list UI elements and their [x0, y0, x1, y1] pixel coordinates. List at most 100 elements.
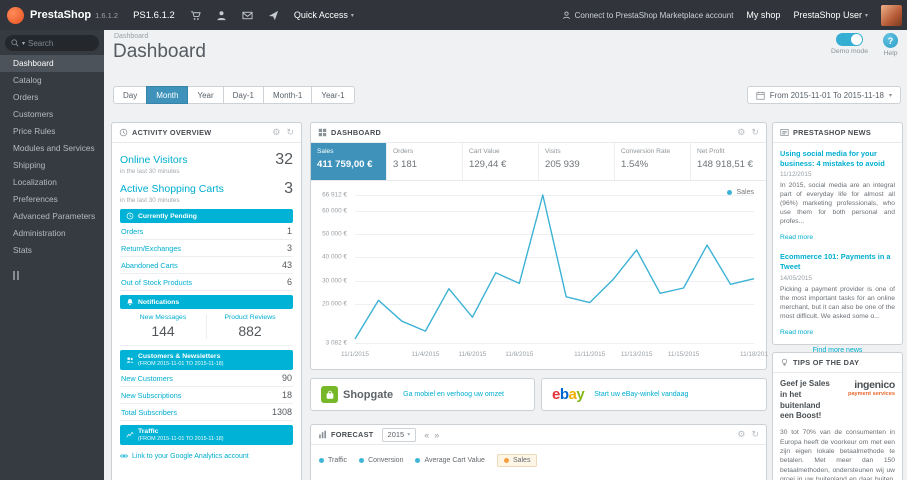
activity-row: New Customers 90 [120, 370, 293, 387]
previous-year-button[interactable]: « [424, 430, 429, 440]
configure-icon[interactable]: ⚙ [272, 128, 280, 137]
refresh-icon[interactable]: ↻ [751, 430, 759, 439]
kpi-box[interactable]: Net Profit 148 918,51 € [690, 143, 766, 180]
configure-icon[interactable]: ⚙ [737, 128, 745, 137]
chart-x-tick-label: 11/13/2015 [620, 351, 653, 358]
page-title: Dashboard [113, 41, 206, 62]
chevron-down-icon: ▾ [864, 12, 868, 19]
sidebar-item[interactable]: Orders [0, 89, 104, 106]
sidebar-search-input[interactable] [28, 38, 79, 48]
date-range-tab[interactable]: Month [146, 86, 189, 104]
demo-mode-toggle[interactable] [835, 33, 863, 46]
product-reviews-link[interactable]: Product Reviews [207, 314, 293, 321]
kpi-label: Conversion Rate [621, 148, 671, 155]
user-menu[interactable]: PrestaShop User ▾ [793, 10, 868, 20]
kpi-box[interactable]: Visits 205 939 [538, 143, 614, 180]
activity-row-link[interactable]: Out of Stock Products [121, 278, 192, 287]
kpi-box[interactable]: Orders 3 181 [386, 143, 462, 180]
ebay-letter: e [552, 386, 560, 403]
online-visitors-link[interactable]: Online Visitors [120, 154, 188, 166]
forecast-legend-item[interactable]: Sales [496, 454, 538, 467]
activity-row-link[interactable]: Return/Exchanges [121, 244, 181, 253]
news-article-title-link[interactable]: Ecommerce 101: Payments in a Tweet [780, 252, 895, 271]
sidebar-item[interactable]: Catalog [0, 72, 104, 89]
date-range-tab[interactable]: Month-1 [262, 86, 313, 104]
forecast-panel: FORECAST 2015 ▾ « » ⚙ ↻ Traffic Conversio… [310, 424, 767, 480]
read-more-link[interactable]: Read more [780, 234, 813, 241]
quick-access-menu[interactable]: Quick Access ▾ [294, 10, 354, 20]
forecast-legend-item[interactable]: Average Cart Value [415, 457, 485, 464]
chart-y-tick-label: 50 000 € [322, 230, 347, 238]
sidebar-item[interactable]: Customers [0, 106, 104, 123]
activity-row-link[interactable]: Total Subscribers [121, 408, 177, 417]
chart-y-tick-label: 3 082 € [325, 339, 347, 347]
kpi-box[interactable]: Sales 411 759,00 € [311, 143, 386, 180]
date-range-picker[interactable]: From 2015-11-01 To 2015-11-18 ▾ [746, 86, 901, 104]
forecast-legend-item[interactable]: Conversion [359, 457, 403, 464]
panel-title: DASHBOARD [331, 128, 382, 137]
sidebar-item[interactable]: Preferences [0, 191, 104, 208]
chart-x-tick-label: 11/18/201 [740, 351, 768, 358]
kpi-label: Net Profit [697, 148, 725, 155]
sidebar-item[interactable]: Modules and Services [0, 140, 104, 157]
refresh-icon[interactable]: ↻ [286, 128, 294, 137]
search-scope-caret-icon[interactable]: ▾ [22, 40, 25, 47]
ebay-module-ad[interactable]: ebay Start uw eBay-winkel vandaag [541, 378, 767, 411]
sidebar-item[interactable]: Dashboard [0, 55, 104, 72]
date-range-tab[interactable]: Day-1 [222, 86, 264, 104]
kpi-box[interactable]: Cart Value 129,44 € [462, 143, 538, 180]
prestashop-logo[interactable] [7, 6, 24, 24]
new-messages-cell[interactable]: New Messages 144 [120, 314, 207, 339]
messages-icon[interactable] [242, 10, 253, 21]
chevron-down-icon: ▾ [350, 12, 354, 19]
rocket-icon[interactable] [268, 10, 279, 21]
chart-legend: Sales [727, 189, 754, 196]
activity-row-link[interactable]: New Customers [121, 374, 173, 383]
sales-line-series [354, 194, 755, 340]
news-article: Ecommerce 101: Payments in a Tweet 14/05… [780, 252, 895, 338]
search-icon [11, 39, 19, 47]
header-tools: Demo mode ? Help [831, 33, 898, 57]
activity-row-link[interactable]: Abandoned Carts [121, 261, 178, 270]
refresh-icon[interactable]: ↻ [751, 128, 759, 137]
sidebar-item[interactable]: Administration [0, 225, 104, 242]
google-analytics-link[interactable]: Link to your Google Analytics account [120, 452, 293, 460]
configure-icon[interactable]: ⚙ [737, 430, 745, 439]
user-avatar[interactable] [881, 4, 902, 26]
customers-newsletters-header: Customers & Newsletters (FROM 2015-11-01… [120, 350, 293, 370]
my-shop-link[interactable]: My shop [746, 10, 780, 20]
product-reviews-cell[interactable]: Product Reviews 882 [207, 314, 293, 339]
ebay-ad-link[interactable]: Start uw eBay-winkel vandaag [594, 390, 688, 399]
kpi-box[interactable]: Conversion Rate 1.54% [614, 143, 690, 180]
active-carts-link[interactable]: Active Shopping Carts [120, 183, 224, 195]
cart-icon[interactable] [190, 10, 201, 21]
forecast-year-select[interactable]: 2015 ▾ [381, 427, 417, 442]
shopgate-module-ad[interactable]: Shopgate Ga mobiel en verhoog uw omzet [310, 378, 535, 411]
lightbulb-icon [781, 358, 788, 366]
sidebar-item[interactable]: Localization [0, 174, 104, 191]
collapse-menu-icon[interactable] [13, 271, 104, 280]
marketplace-account-link[interactable]: Connect to PrestaShop Marketplace accoun… [562, 11, 733, 20]
activity-row-link[interactable]: New Subscriptions [121, 391, 181, 400]
help-icon[interactable]: ? [883, 33, 898, 48]
sidebar-item[interactable]: Stats [0, 242, 104, 259]
forecast-bars-icon [319, 430, 327, 439]
date-range-tab[interactable]: Day [113, 86, 148, 104]
shop-name-link[interactable]: PS1.6.1.2 [133, 10, 175, 21]
date-range-tab[interactable]: Year [187, 86, 224, 104]
read-more-link[interactable]: Read more [780, 329, 813, 336]
sidebar-search[interactable]: ▾ [5, 35, 99, 51]
prestashop-news-panel: PRESTASHOP NEWS Using social media for y… [772, 122, 903, 354]
sidebar-item[interactable]: Price Rules [0, 123, 104, 140]
customer-icon[interactable] [216, 10, 227, 21]
topbar: PrestaShop 1.6.1.2 PS1.6.1.2 Quick Acces… [0, 0, 907, 30]
news-article-title-link[interactable]: Using social media for your business: 4 … [780, 149, 895, 168]
date-range-tab[interactable]: Year-1 [311, 86, 355, 104]
sidebar-item[interactable]: Advanced Parameters [0, 208, 104, 225]
shopgate-ad-link[interactable]: Ga mobiel en verhoog uw omzet [403, 390, 504, 399]
next-year-button[interactable]: » [434, 430, 439, 440]
activity-row-link[interactable]: Orders [121, 227, 143, 236]
sidebar-item[interactable]: Shipping [0, 157, 104, 174]
forecast-legend-item[interactable]: Traffic [319, 457, 347, 464]
new-messages-link[interactable]: New Messages [120, 314, 206, 321]
